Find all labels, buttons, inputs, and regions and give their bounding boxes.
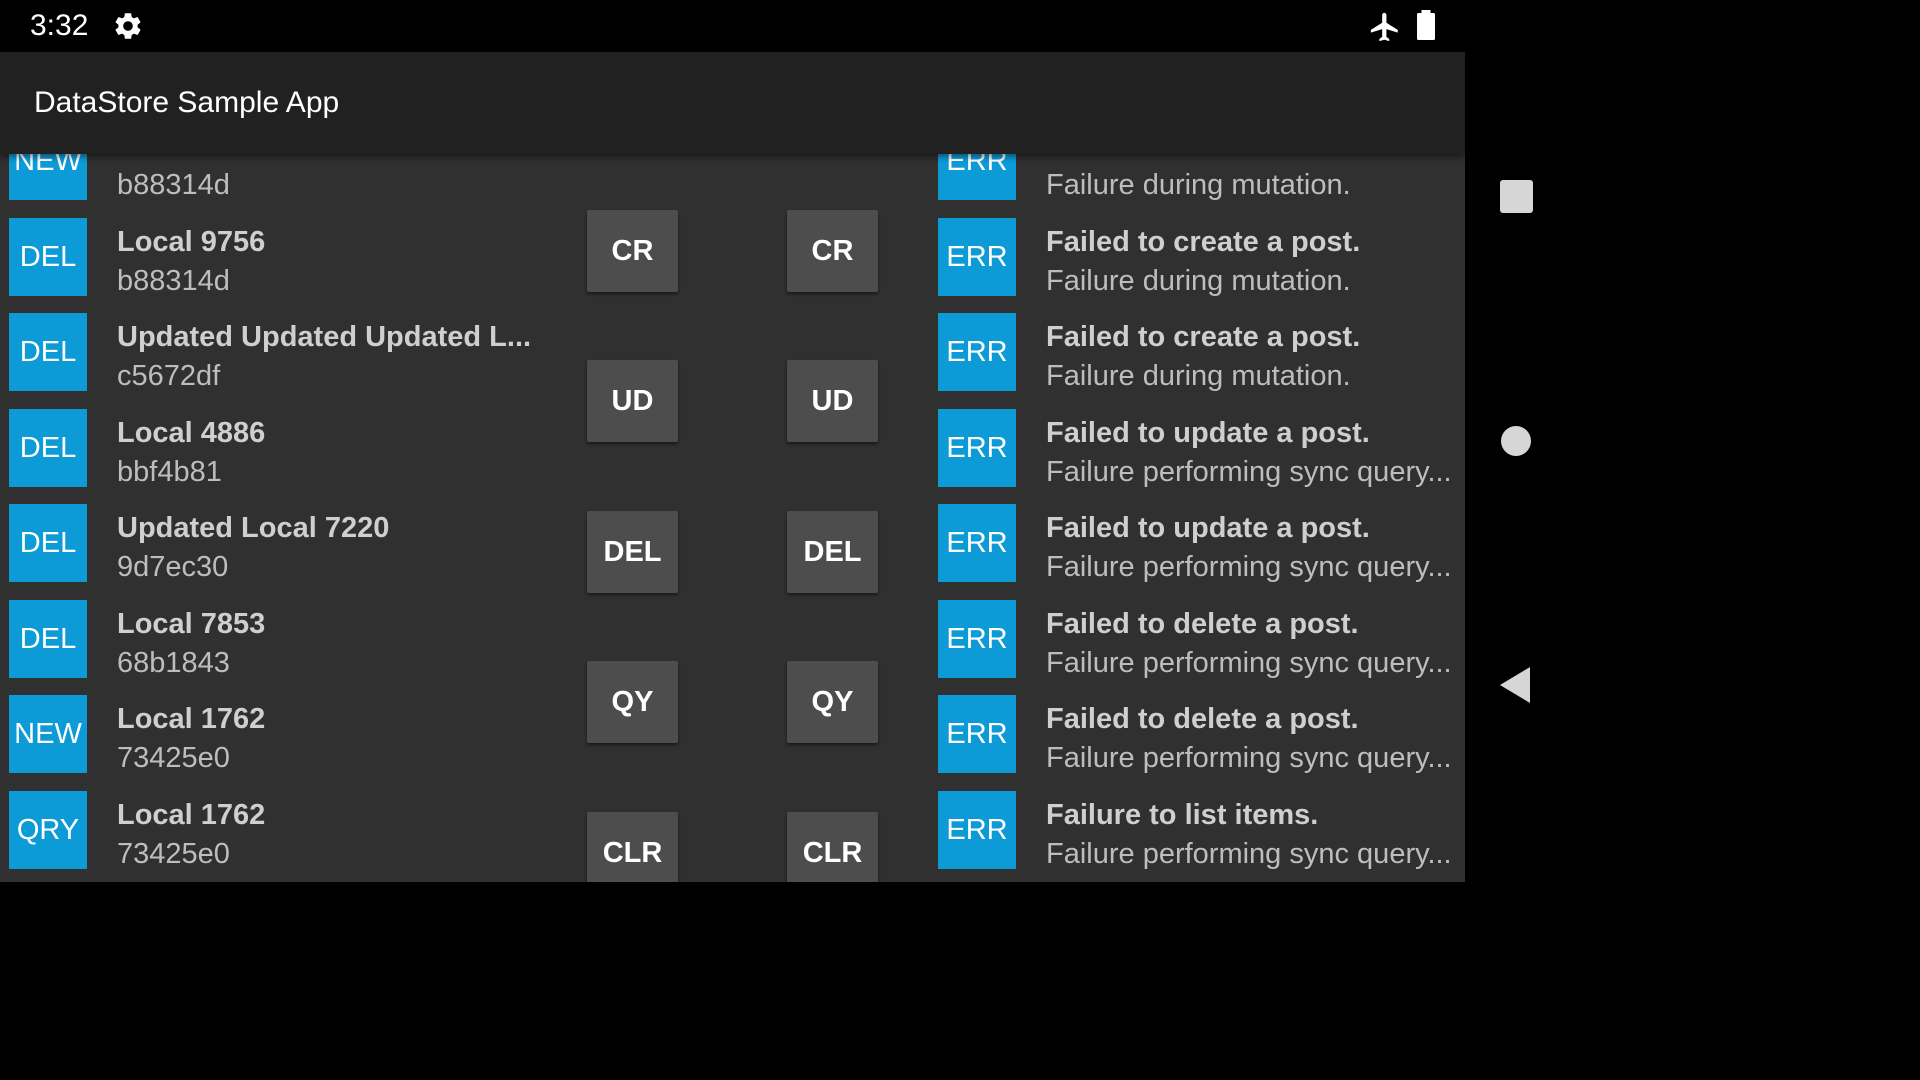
- error-title: Failed to update a post.: [1046, 512, 1370, 544]
- status-time: 3:32: [30, 9, 89, 42]
- error-detail: Failure performing sync query...: [1046, 742, 1452, 774]
- status-badge: QRY: [9, 790, 87, 869]
- status-badge: DEL: [9, 217, 87, 296]
- list-item[interactable]: ERR Failed to create a post. Failure dur…: [930, 304, 1465, 400]
- error-detail: Failure during mutation.: [1046, 169, 1351, 201]
- error-detail: Failure during mutation.: [1046, 264, 1351, 297]
- item-id: 73425e0: [117, 742, 230, 774]
- list-item[interactable]: ERR Failed to delete a post. Failure per…: [930, 591, 1465, 687]
- app-bar: DataStore Sample App: [0, 52, 1465, 154]
- app-title: DataStore Sample App: [34, 86, 340, 119]
- create-button-local[interactable]: CR: [587, 210, 678, 292]
- error-detail: Failure performing sync query...: [1046, 837, 1452, 870]
- item-id: 73425e0: [117, 837, 230, 870]
- error-badge: ERR: [938, 790, 1016, 869]
- clear-button-remote[interactable]: CLR: [787, 812, 878, 882]
- query-button-local[interactable]: QY: [587, 661, 678, 743]
- item-title: Local 4886: [117, 416, 266, 449]
- item-title: Local 1762: [117, 798, 266, 831]
- list-item[interactable]: ERR Failed to delete a post. Failure per…: [930, 686, 1465, 782]
- device-screen: 3:32 DataStore Sample App NEW b88314d DE…: [0, 0, 1568, 882]
- status-badge: DEL: [9, 313, 87, 391]
- home-icon[interactable]: [1499, 424, 1533, 458]
- list-item[interactable]: NEW Local 1762 73425e0: [0, 686, 560, 782]
- item-title: Local 7853: [117, 607, 266, 640]
- status-bar: 3:32: [0, 0, 1465, 52]
- list-item[interactable]: ERR Failure during mutation.: [930, 154, 1465, 209]
- list-item[interactable]: DEL Updated Local 7220 9d7ec30: [0, 495, 560, 591]
- item-id: b88314d: [117, 169, 230, 201]
- item-id: b88314d: [117, 264, 230, 297]
- status-badge: DEL: [9, 599, 87, 678]
- airplane-mode-icon: [1370, 12, 1398, 42]
- error-title: Failed to delete a post.: [1046, 607, 1359, 640]
- delete-button-remote[interactable]: DEL: [787, 511, 878, 593]
- create-button-remote[interactable]: CR: [787, 210, 878, 292]
- main-content[interactable]: NEW b88314d DEL Local 9756 b88314d DEL U…: [0, 154, 1465, 882]
- error-badge: ERR: [938, 154, 1016, 200]
- update-button-remote[interactable]: UD: [787, 360, 878, 442]
- navigation-bar: [1465, 0, 1568, 882]
- item-id: 9d7ec30: [117, 551, 229, 583]
- list-item[interactable]: DEL Local 9756 b88314d: [0, 209, 560, 305]
- error-detail: Failure performing sync query...: [1046, 646, 1452, 679]
- recent-apps-icon[interactable]: [1500, 180, 1533, 213]
- item-id: 68b1843: [117, 646, 230, 679]
- error-detail: Failure performing sync query...: [1046, 455, 1452, 488]
- error-badge: ERR: [938, 408, 1016, 487]
- item-title: Updated Updated Updated L...: [117, 321, 532, 353]
- error-log-list[interactable]: ERR Failure during mutation. ERR Failed …: [930, 154, 1465, 877]
- status-badge: NEW: [9, 154, 87, 200]
- list-item[interactable]: DEL Updated Updated Updated L... c5672df: [0, 304, 560, 400]
- status-badge: DEL: [9, 504, 87, 582]
- error-detail: Failure during mutation.: [1046, 360, 1351, 392]
- error-detail: Failure performing sync query...: [1046, 551, 1452, 583]
- item-id: bbf4b81: [117, 455, 222, 488]
- back-icon[interactable]: [1497, 665, 1533, 705]
- item-title: Updated Local 7220: [117, 512, 390, 544]
- item-title: Local 9756: [117, 225, 266, 258]
- list-item[interactable]: QRY Local 1762 73425e0: [0, 782, 560, 878]
- local-items-list[interactable]: NEW b88314d DEL Local 9756 b88314d DEL U…: [0, 154, 560, 877]
- delete-button-local[interactable]: DEL: [587, 511, 678, 593]
- error-badge: ERR: [938, 217, 1016, 296]
- gear-icon: [115, 13, 141, 39]
- error-title: Failed to create a post.: [1046, 225, 1361, 258]
- error-badge: ERR: [938, 695, 1016, 773]
- item-id: c5672df: [117, 360, 221, 392]
- list-item[interactable]: ERR Failed to update a post. Failure per…: [930, 400, 1465, 496]
- error-title: Failed to delete a post.: [1046, 703, 1359, 735]
- list-item[interactable]: DEL Local 7853 68b1843: [0, 591, 560, 687]
- update-button-local[interactable]: UD: [587, 360, 678, 442]
- error-badge: ERR: [938, 313, 1016, 391]
- clear-button-local[interactable]: CLR: [587, 812, 678, 882]
- list-item[interactable]: ERR Failure to list items. Failure perfo…: [930, 782, 1465, 878]
- item-title: Local 1762: [117, 703, 266, 735]
- query-button-remote[interactable]: QY: [787, 661, 878, 743]
- error-title: Failed to create a post.: [1046, 321, 1361, 353]
- error-title: Failed to update a post.: [1046, 416, 1370, 449]
- error-badge: ERR: [938, 504, 1016, 582]
- status-badge: NEW: [9, 695, 87, 773]
- error-title: Failure to list items.: [1046, 798, 1319, 831]
- battery-icon: [1417, 10, 1435, 40]
- error-badge: ERR: [938, 599, 1016, 678]
- list-item[interactable]: ERR Failed to update a post. Failure per…: [930, 495, 1465, 591]
- list-item[interactable]: NEW b88314d: [0, 154, 560, 209]
- status-badge: DEL: [9, 408, 87, 487]
- list-item[interactable]: ERR Failed to create a post. Failure dur…: [930, 209, 1465, 305]
- list-item[interactable]: DEL Local 4886 bbf4b81: [0, 400, 560, 496]
